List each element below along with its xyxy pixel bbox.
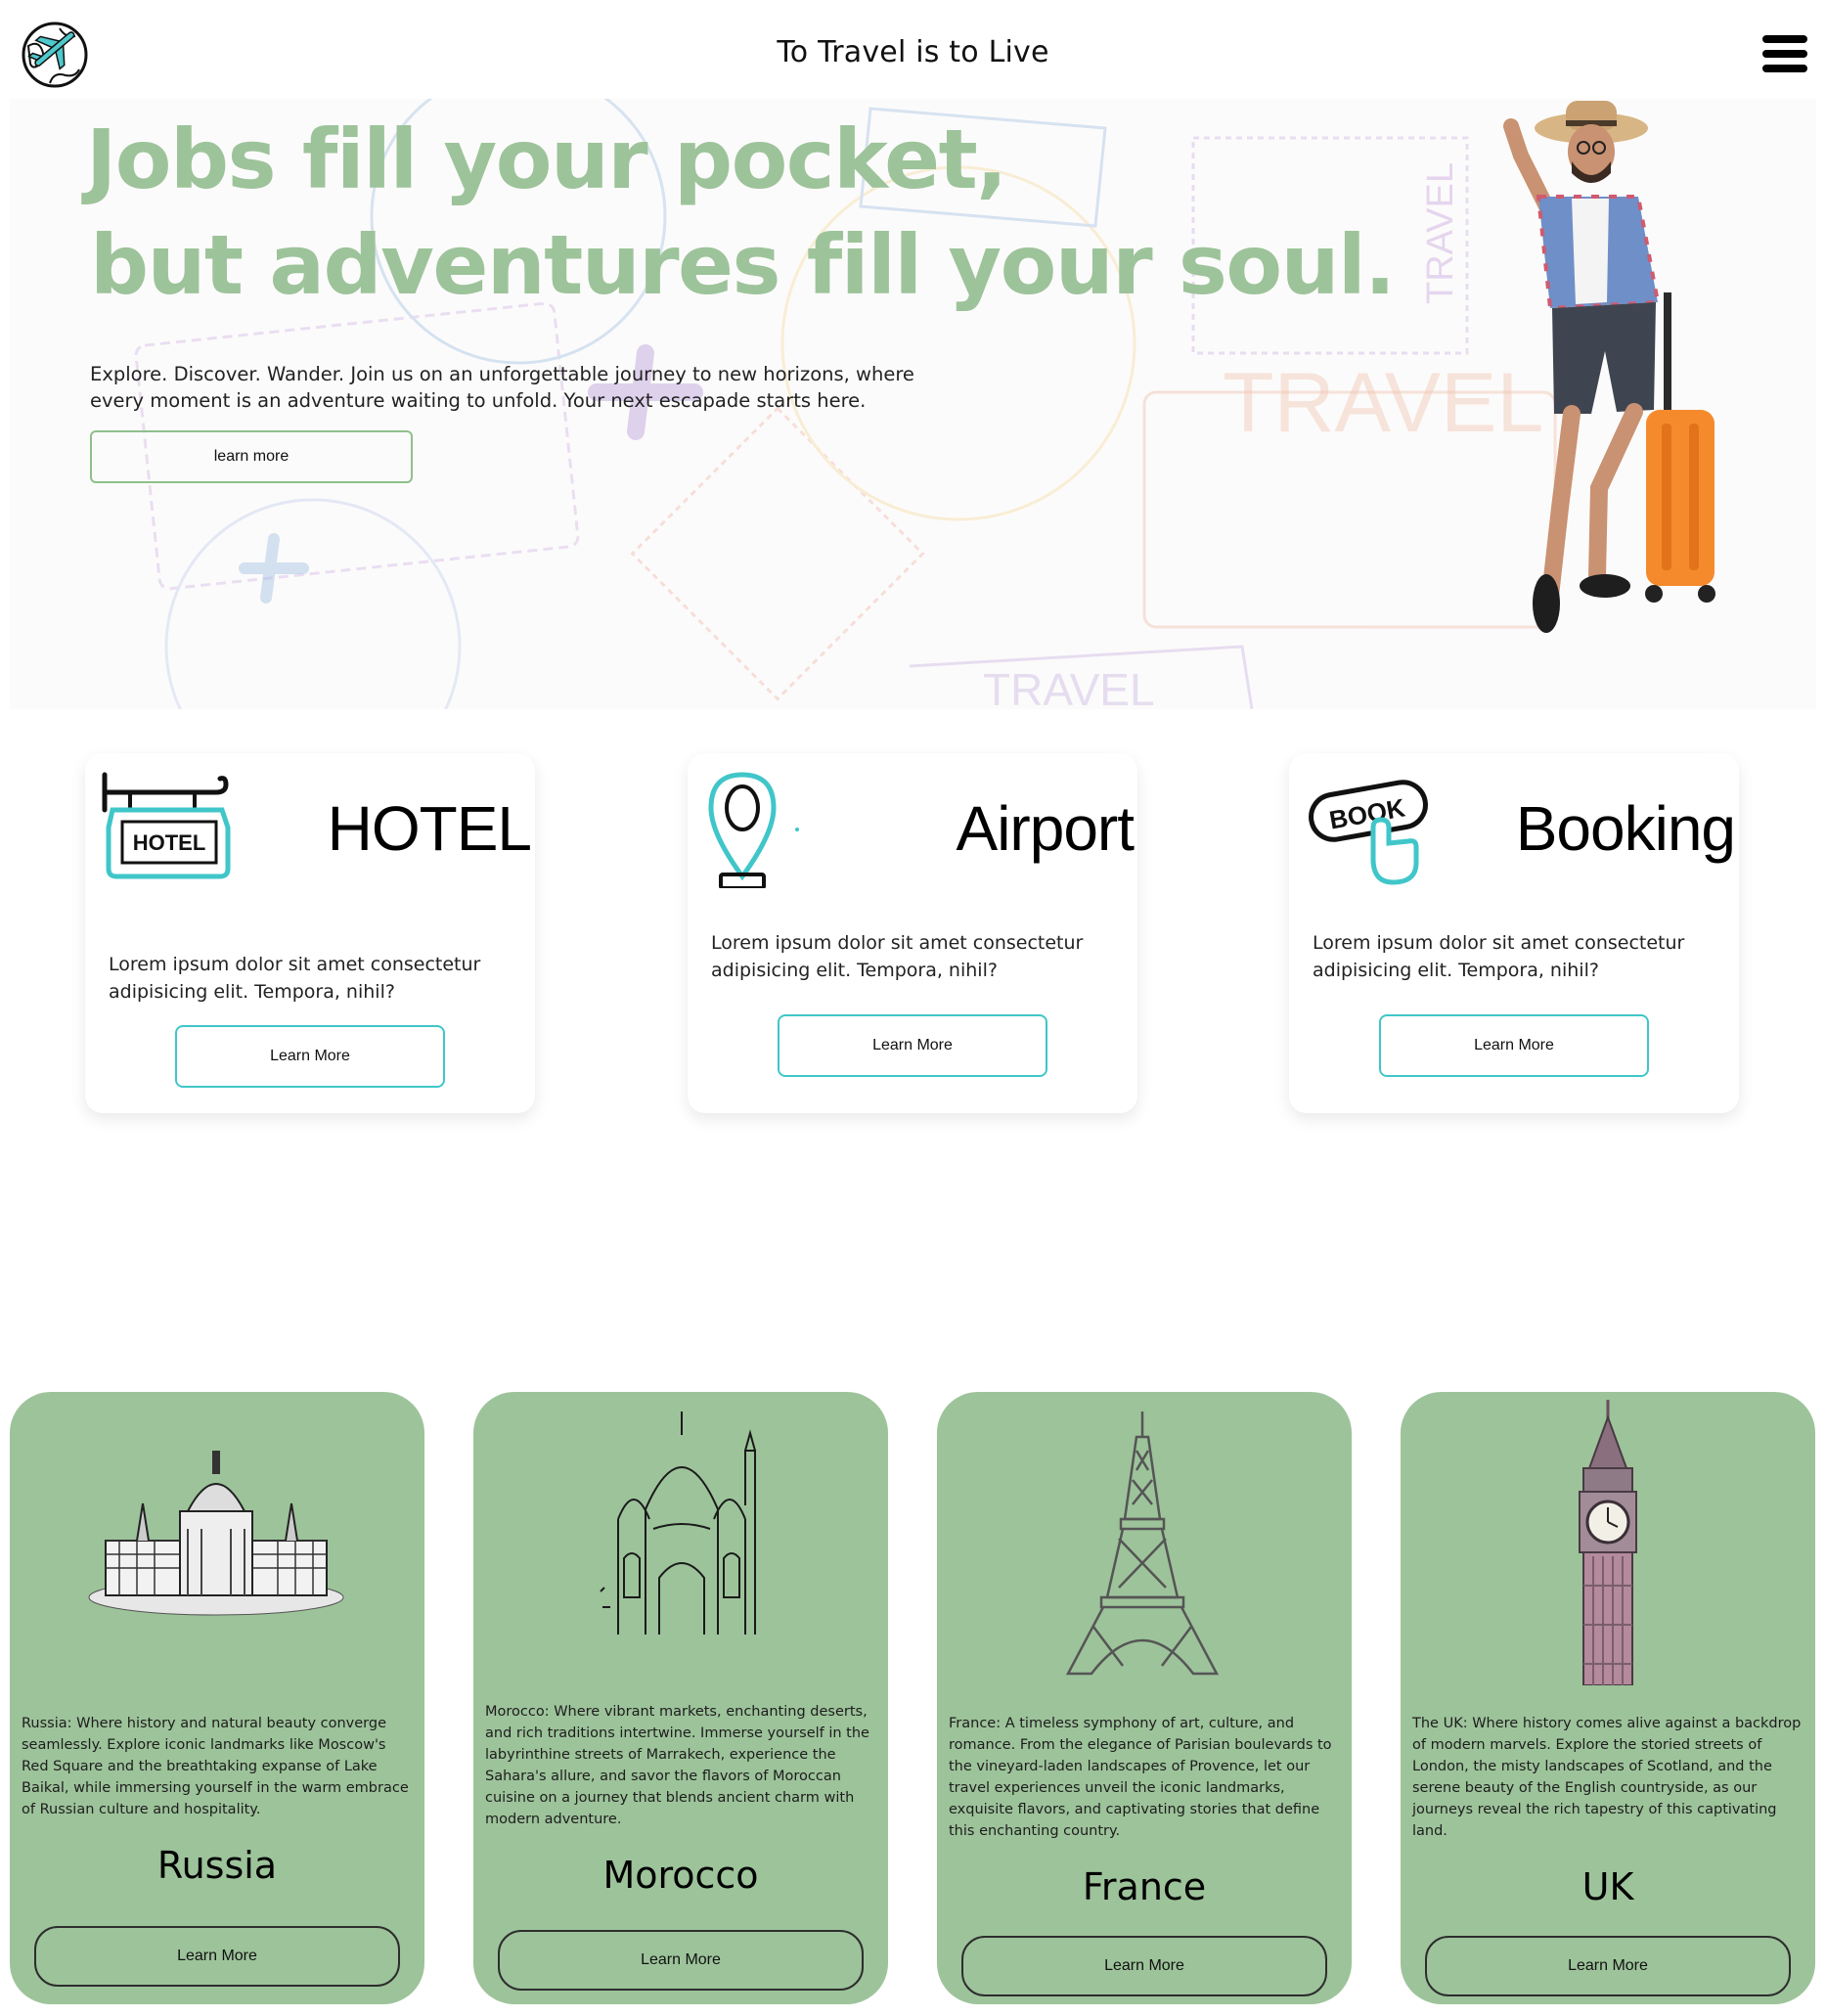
- eiffel-tower-icon: [1065, 1411, 1220, 1676]
- airport-learn-more-button[interactable]: Learn More: [778, 1014, 1047, 1077]
- service-title: HOTEL: [327, 793, 532, 864]
- hero-headline-line2: but adventures fill your soul.: [90, 217, 1396, 313]
- service-description: Lorem ipsum dolor sit amet consectetur a…: [711, 932, 1084, 981]
- book-button-icon: BOOK: [1309, 780, 1428, 885]
- country-name: UK: [1581, 1865, 1634, 1908]
- mosque-icon: [600, 1411, 756, 1635]
- hamburger-menu-icon[interactable]: [1760, 32, 1809, 75]
- site-header: To Travel is to Live: [0, 0, 1826, 98]
- service-card-hotel: HOTEL HOTEL Lorem ipsum dolor sit amet c…: [85, 753, 535, 1113]
- country-card-uk: The UK: Where history comes alive agains…: [1401, 1392, 1815, 2004]
- country-description: Morocco: Where vibrant markets, enchanti…: [485, 1704, 869, 1827]
- hero-headline-line1: Jobs fill your pocket,: [86, 112, 1007, 207]
- hotel-sign-text: HOTEL: [133, 830, 206, 855]
- hero-section: TRAVEL TRAVEL TRAVEL Jobs fill your pock…: [10, 99, 1816, 709]
- booking-learn-more-button[interactable]: Learn More: [1379, 1014, 1649, 1077]
- morocco-learn-more-button[interactable]: Learn More: [498, 1930, 864, 1991]
- russia-learn-more-button[interactable]: Learn More: [34, 1926, 400, 1987]
- country-name: Russia: [156, 1844, 278, 1887]
- country-description: The UK: Where history comes alive agains…: [1412, 1716, 1802, 1839]
- country-description: Russia: Where history and natural beauty…: [22, 1716, 409, 1817]
- country-name: Morocco: [602, 1854, 759, 1897]
- service-card-booking: BOOK Booking Lorem ipsum dolor sit amet …: [1289, 753, 1739, 1113]
- hotel-sign-icon: HOTEL: [102, 772, 231, 879]
- country-card-morocco: Morocco: Where vibrant markets, enchanti…: [473, 1392, 888, 2004]
- service-card-airport: Airport Lorem ipsum dolor sit amet conse…: [688, 753, 1137, 1113]
- service-description: Lorem ipsum dolor sit amet consectetur a…: [109, 954, 481, 1003]
- big-ben-icon: [1579, 1400, 1637, 1685]
- country-description: France: A timeless symphony of art, cult…: [949, 1716, 1332, 1839]
- cathedral-icon: [88, 1451, 344, 1616]
- country-card-france: France: A timeless symphony of art, cult…: [937, 1392, 1352, 2004]
- service-description: Lorem ipsum dolor sit amet consectetur a…: [1313, 932, 1685, 981]
- site-title: To Travel is to Live: [777, 35, 1049, 69]
- traveler-photo: [1503, 101, 1715, 633]
- country-name: France: [1082, 1865, 1207, 1908]
- hero-learn-more-button[interactable]: learn more: [90, 430, 413, 483]
- service-title: Airport: [956, 793, 1135, 864]
- service-title: Booking: [1515, 793, 1736, 864]
- uk-learn-more-button[interactable]: Learn More: [1425, 1936, 1791, 1996]
- hero-description: Explore. Discover. Wander. Join us on an…: [90, 363, 914, 412]
- stamp-text: TRAVEL: [1420, 162, 1461, 304]
- country-card-russia: Russia: Where history and natural beauty…: [10, 1392, 424, 2004]
- hotel-learn-more-button[interactable]: Learn More: [175, 1025, 445, 1088]
- location-pin-icon: [708, 772, 799, 888]
- france-learn-more-button[interactable]: Learn More: [961, 1936, 1327, 1996]
- hero-headline: Jobs fill your pocket, but adventures fi…: [86, 107, 1396, 318]
- stamp-text: TRAVEL: [983, 664, 1155, 709]
